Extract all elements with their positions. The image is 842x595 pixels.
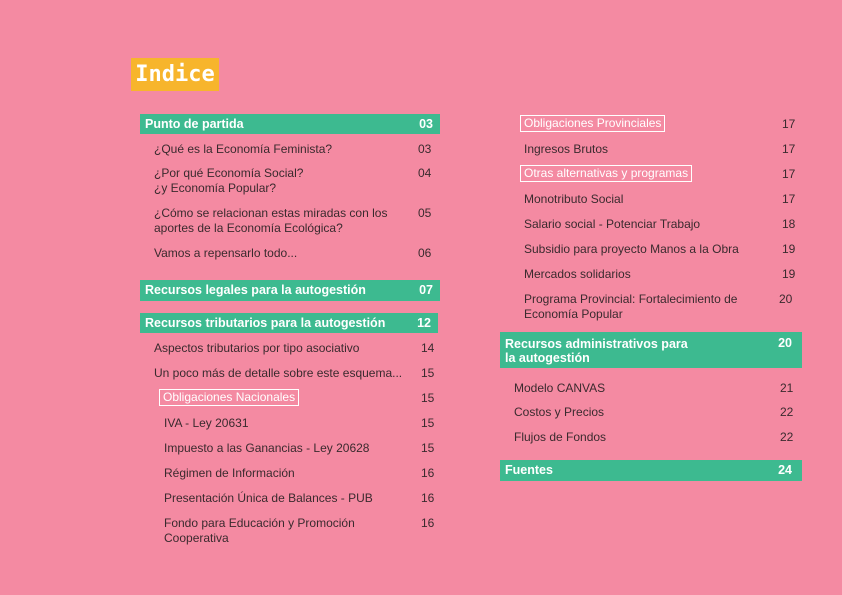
section-recursos-tributarios[interactable]: Recursos tributarios para la autogestión… <box>140 313 438 333</box>
toc-entry[interactable]: Presentación Única de Balances - PUB <box>164 491 373 506</box>
toc-page: 16 <box>421 491 435 505</box>
toc-entry[interactable]: Modelo CANVAS <box>514 381 605 396</box>
toc-entry[interactable]: Un poco más de detalle sobre este esquem… <box>154 366 402 381</box>
section-recursos-legales[interactable]: Recursos legales para la autogestión 07 <box>140 280 440 301</box>
toc-entry[interactable]: Programa Provincial: Fortalecimiento de … <box>524 292 737 322</box>
toc-entry[interactable]: IVA - Ley 20631 <box>164 416 249 431</box>
toc-page: 19 <box>782 267 796 281</box>
toc-page: 22 <box>780 430 794 444</box>
toc-page: 15 <box>421 441 435 455</box>
section-page: 12 <box>417 316 431 330</box>
toc-entry[interactable]: Fondo para Educación y Promoción Coopera… <box>164 516 355 546</box>
subsection-otras-alternativas[interactable]: Otras alternativas y programas <box>520 165 693 182</box>
toc-page: 19 <box>782 242 796 256</box>
toc-entry[interactable]: ¿Por qué Economía Social? ¿y Economía Po… <box>154 166 303 196</box>
toc-page: 17 <box>782 117 796 131</box>
toc-entry[interactable]: Salario social - Potenciar Trabajo <box>524 217 700 232</box>
toc-entry[interactable]: Mercados solidarios <box>524 267 631 282</box>
toc-page: 17 <box>782 192 796 206</box>
section-recursos-administrativos[interactable]: Recursos administrativos para la autoges… <box>500 332 802 368</box>
toc-entry[interactable]: Régimen de Información <box>164 466 295 481</box>
toc-page: 15 <box>421 391 435 405</box>
section-label: Fuentes <box>505 463 553 477</box>
toc-entry[interactable]: ¿Qué es la Economía Feminista? <box>154 142 332 157</box>
toc-entry[interactable]: Costos y Precios <box>514 405 604 420</box>
toc-page: 18 <box>782 217 796 231</box>
section-page: 24 <box>778 463 792 477</box>
page-title: Indice <box>131 58 219 91</box>
toc-entry[interactable]: Subsidio para proyecto Manos a la Obra <box>524 242 739 257</box>
toc-page: 16 <box>421 466 435 480</box>
section-label: Recursos legales para la autogestión <box>145 283 366 297</box>
toc-entry[interactable]: Flujos de Fondos <box>514 430 606 445</box>
toc-entry[interactable]: Vamos a repensarlo todo... <box>154 246 297 261</box>
toc-entry[interactable]: Ingresos Brutos <box>524 142 608 157</box>
section-fuentes[interactable]: Fuentes 24 <box>500 460 802 481</box>
toc-page: 06 <box>418 246 432 260</box>
subsection-obligaciones-nacionales[interactable]: Obligaciones Nacionales <box>159 389 300 406</box>
toc-page: 17 <box>782 167 796 181</box>
section-page: 03 <box>419 117 433 131</box>
toc-page: 03 <box>418 142 432 156</box>
toc-page: 20 <box>779 292 793 306</box>
toc-page: 04 <box>418 166 432 180</box>
toc-page: 22 <box>780 405 794 419</box>
section-label: Recursos administrativos para la autoges… <box>505 337 688 365</box>
section-page: 20 <box>778 336 792 350</box>
toc-page: 05 <box>418 206 432 220</box>
toc-entry[interactable]: ¿Cómo se relacionan estas miradas con lo… <box>154 206 387 236</box>
toc-page: 15 <box>421 416 435 430</box>
toc-entry[interactable]: Monotributo Social <box>524 192 623 207</box>
subsection-obligaciones-provinciales[interactable]: Obligaciones Provinciales <box>520 115 666 132</box>
toc-entry[interactable]: Impuesto a las Ganancias - Ley 20628 <box>164 441 369 456</box>
toc-page: 15 <box>421 366 435 380</box>
toc-page: 16 <box>421 516 435 530</box>
section-label: Punto de partida <box>145 117 244 131</box>
section-page: 07 <box>419 283 433 297</box>
toc-entry[interactable]: Aspectos tributarios por tipo asociativo <box>154 341 359 356</box>
section-label: Recursos tributarios para la autogestión <box>145 316 386 330</box>
section-punto-de-partida[interactable]: Punto de partida 03 <box>140 114 440 134</box>
toc-page: 21 <box>780 381 794 395</box>
toc-page: 17 <box>782 142 796 156</box>
toc-page: 14 <box>421 341 435 355</box>
